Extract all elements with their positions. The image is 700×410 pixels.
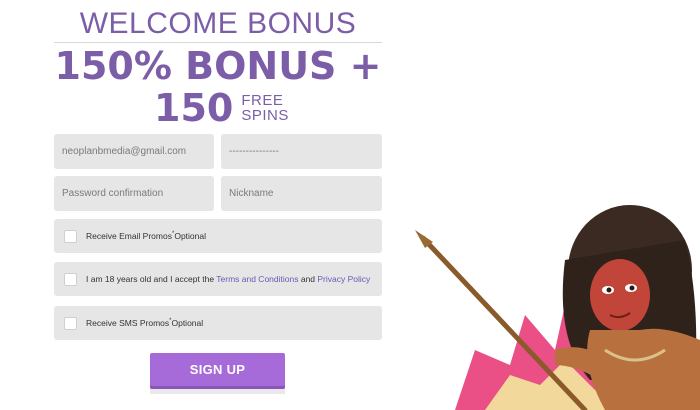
sms-promos-label: Receive SMS Promos*Optional — [86, 318, 204, 328]
free-spins-number: 150 — [154, 86, 234, 130]
email-promos-label: Receive Email Promos*Optional — [86, 231, 206, 241]
nickname-placeholder: Nickname — [229, 188, 274, 199]
privacy-link[interactable]: Privacy Policy — [317, 274, 370, 284]
password-confirmation-field[interactable]: Password confirmation — [54, 176, 214, 211]
email-promos-checkbox[interactable] — [64, 229, 77, 243]
age-terms-row[interactable]: I am 18 years old and I accept the Terms… — [54, 262, 382, 296]
email-promos-row[interactable]: Receive Email Promos*Optional — [54, 219, 382, 253]
email-promos-optional: Optional — [174, 231, 206, 241]
warrior-girl-illustration — [415, 205, 700, 410]
left-pupil — [606, 287, 612, 293]
sms-promos-checkbox[interactable] — [64, 316, 77, 330]
nickname-field[interactable]: Nickname — [221, 176, 382, 211]
spins-word: SPINS — [241, 107, 289, 124]
title-divider — [54, 42, 382, 43]
email-field[interactable]: neoplanbmedia@gmail.com — [54, 134, 214, 169]
sms-promos-optional: Optional — [171, 318, 204, 328]
signup-button-shadow — [150, 386, 285, 394]
bonus-headline: 150% BONUS + — [54, 44, 382, 88]
welcome-title: WELCOME BONUS — [79, 7, 357, 40]
sms-promos-row[interactable]: Receive SMS Promos*Optional — [54, 306, 382, 340]
free-spins-row: 150 FREE SPINS — [154, 86, 289, 130]
terms-link[interactable]: Terms and Conditions — [216, 274, 298, 284]
age-terms-checkbox[interactable] — [64, 272, 77, 286]
free-spins-label: FREE SPINS — [241, 93, 289, 123]
email-value: neoplanbmedia@gmail.com — [62, 146, 187, 157]
face — [590, 259, 650, 331]
password-confirmation-placeholder: Password confirmation — [62, 188, 164, 199]
right-pupil — [629, 285, 635, 291]
age-terms-label: I am 18 years old and I accept the Terms… — [86, 274, 371, 284]
signup-button[interactable]: SIGN UP — [150, 353, 285, 386]
password-field[interactable]: --------------- — [221, 134, 382, 169]
password-value: --------------- — [229, 146, 279, 157]
